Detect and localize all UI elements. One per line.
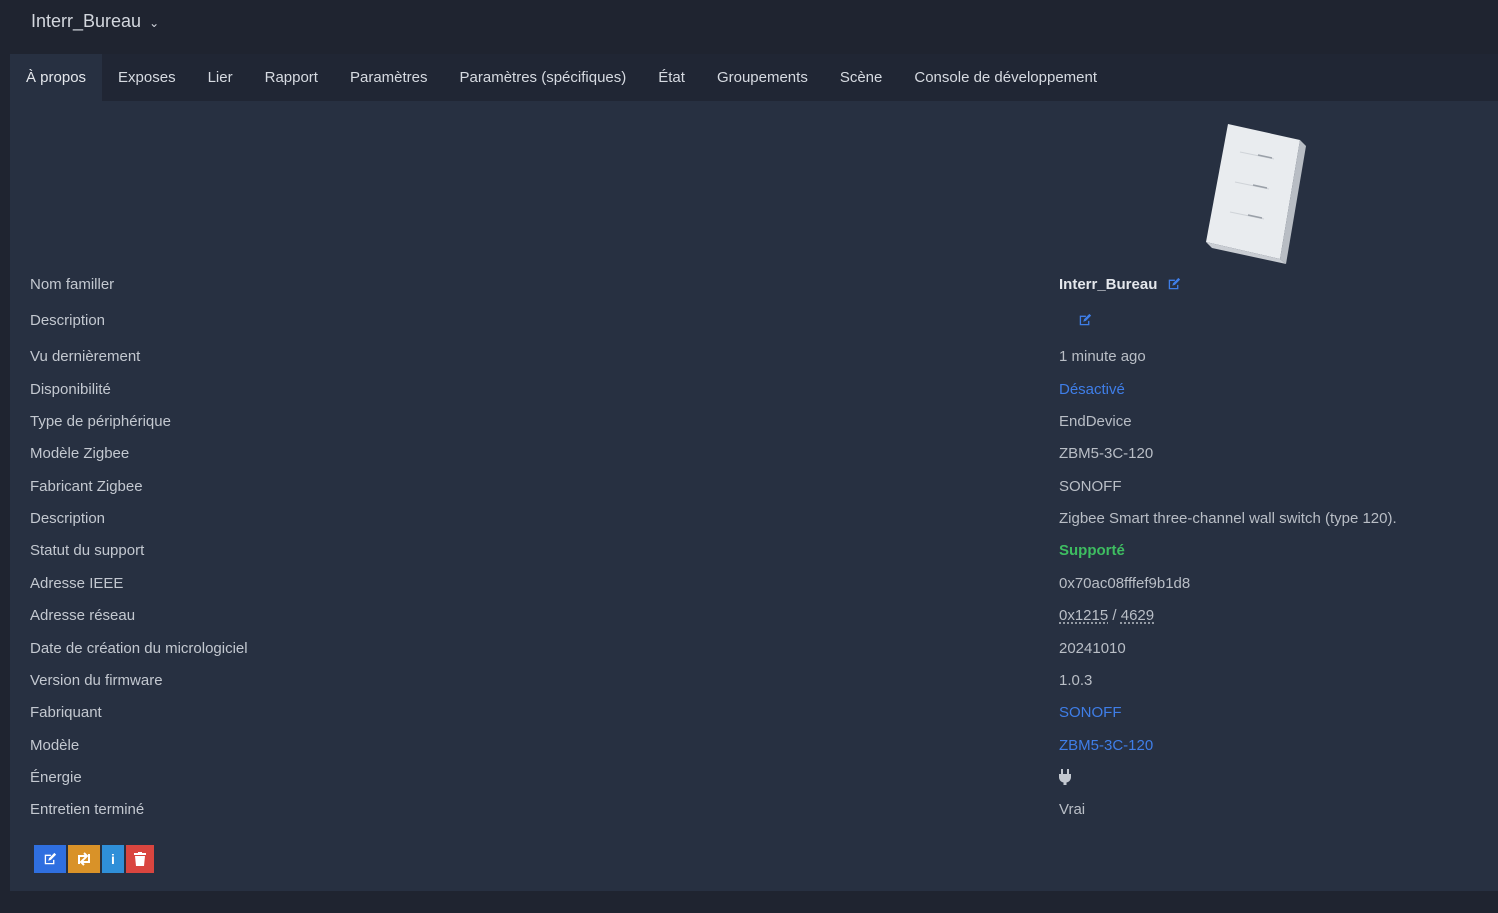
tab-groups[interactable]: Groupements: [701, 54, 824, 101]
swap-icon: [78, 852, 90, 866]
edit-button[interactable]: [34, 845, 66, 873]
description-2-label: Description: [30, 509, 106, 527]
trash-icon: [134, 852, 146, 866]
firmware-version-label: Version du firmware: [30, 671, 163, 689]
row-description: Description: [10, 308, 1498, 332]
last-seen-value: 1 minute ago: [1059, 347, 1146, 365]
tab-bar: À propos Exposes Lier Rapport Paramètres…: [10, 54, 1498, 101]
model-link[interactable]: ZBM5-3C-120: [1059, 737, 1153, 754]
edit-icon[interactable]: [1167, 277, 1181, 291]
model-label: Modèle: [30, 736, 80, 754]
description-label: Description: [30, 311, 106, 329]
row-power: Énergie: [10, 765, 1498, 789]
support-status-label: Statut du support: [30, 541, 145, 559]
tab-settings[interactable]: Paramètres: [334, 54, 444, 101]
row-model: Modèle ZBM5-3C-120: [10, 733, 1498, 757]
zigbee-manufacturer-label: Fabricant Zigbee: [30, 477, 143, 495]
tab-dev-console[interactable]: Console de développement: [898, 54, 1113, 101]
plug-icon: [1059, 769, 1071, 785]
network-address-dec: 4629: [1120, 606, 1155, 624]
top-bar: Interr_Bureau ⌄: [0, 0, 1498, 52]
row-zigbee-manufacturer: Fabricant Zigbee SONOFF: [10, 474, 1498, 498]
power-label: Énergie: [30, 768, 82, 786]
info-icon: i: [111, 851, 115, 867]
tab-state[interactable]: État: [642, 54, 701, 101]
ieee-address-label: Adresse IEEE: [30, 574, 124, 592]
row-firmware-date: Date de création du micrologiciel 202410…: [10, 636, 1498, 660]
row-description-2: Description Zigbee Smart three-channel w…: [10, 506, 1498, 530]
description-2-value: Zigbee Smart three-channel wall switch (…: [1059, 509, 1397, 527]
row-network-address: Adresse réseau 0x1215 / 4629: [10, 603, 1498, 627]
friendly-name-value-wrap: Interr_Bureau: [1059, 276, 1181, 293]
zigbee-manufacturer-value: SONOFF: [1059, 477, 1122, 495]
ieee-address-value: 0x70ac08fffef9b1d8: [1059, 574, 1191, 592]
device-image: [1206, 124, 1306, 264]
firmware-date-label: Date de création du micrologiciel: [30, 639, 248, 657]
tab-specific-settings[interactable]: Paramètres (spécifiques): [444, 54, 643, 101]
description-value-wrap: [1068, 313, 1092, 327]
friendly-name-value: Interr_Bureau: [1059, 275, 1158, 293]
device-type-label: Type de périphérique: [30, 412, 171, 430]
zigbee-model-label: Modèle Zigbee: [30, 444, 130, 462]
edit-icon: [44, 852, 57, 865]
availability-label: Disponibilité: [30, 380, 111, 398]
network-address-label: Adresse réseau: [30, 606, 136, 624]
firmware-version-value: 1.0.3: [1059, 671, 1093, 689]
network-address-value: 0x1215 / 4629: [1059, 607, 1154, 624]
row-firmware-version: Version du firmware 1.0.3: [10, 668, 1498, 692]
chevron-down-icon: ⌄: [149, 15, 160, 30]
tab-about[interactable]: À propos: [10, 54, 103, 101]
support-status-value[interactable]: Supporté: [1059, 542, 1125, 559]
availability-link[interactable]: Désactivé: [1059, 381, 1125, 398]
tab-scene[interactable]: Scène: [824, 54, 899, 101]
device-card: À propos Exposes Lier Rapport Paramètres…: [10, 54, 1498, 891]
info-button[interactable]: i: [102, 845, 124, 873]
zigbee-model-value: ZBM5-3C-120: [1059, 444, 1154, 462]
delete-button[interactable]: [126, 845, 154, 873]
row-support-status: Statut du support Supporté: [10, 538, 1498, 562]
power-value: [1059, 769, 1071, 785]
edit-icon[interactable]: [1078, 313, 1092, 327]
action-buttons: i: [34, 845, 154, 873]
row-availability: Disponibilité Désactivé: [10, 377, 1498, 401]
reconfigure-button[interactable]: [68, 845, 100, 873]
row-manufacturer: Fabriquant SONOFF: [10, 700, 1498, 724]
device-type-value: EndDevice: [1059, 412, 1132, 430]
network-address-separator: /: [1108, 606, 1121, 624]
tab-bind[interactable]: Lier: [192, 54, 249, 101]
last-seen-label: Vu dernièrement: [30, 347, 141, 365]
row-zigbee-model: Modèle Zigbee ZBM5-3C-120: [10, 441, 1498, 465]
row-friendly-name: Nom familler Interr_Bureau: [10, 272, 1498, 296]
device-selector[interactable]: Interr_Bureau ⌄: [31, 11, 159, 32]
tab-reporting[interactable]: Rapport: [249, 54, 334, 101]
row-ieee-address: Adresse IEEE 0x70ac08fffef9b1d8: [10, 571, 1498, 595]
row-interview: Entretien terminé Vrai: [10, 797, 1498, 821]
friendly-name-label: Nom familler: [30, 275, 115, 293]
network-address-hex: 0x1215: [1059, 606, 1109, 624]
row-device-type: Type de périphérique EndDevice: [10, 409, 1498, 433]
manufacturer-label: Fabriquant: [30, 703, 102, 721]
row-last-seen: Vu dernièrement 1 minute ago: [10, 344, 1498, 368]
manufacturer-link[interactable]: SONOFF: [1059, 704, 1122, 721]
device-selector-label: Interr_Bureau: [31, 11, 142, 31]
tab-exposes[interactable]: Exposes: [102, 54, 192, 101]
interview-label: Entretien terminé: [30, 800, 145, 818]
interview-value: Vrai: [1059, 800, 1086, 818]
firmware-date-value: 20241010: [1059, 639, 1126, 657]
